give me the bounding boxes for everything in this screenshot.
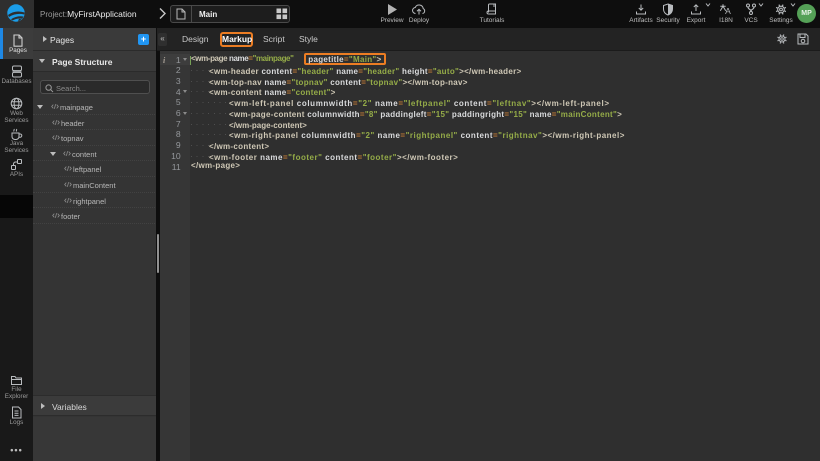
svg-text:A: A (725, 6, 731, 16)
